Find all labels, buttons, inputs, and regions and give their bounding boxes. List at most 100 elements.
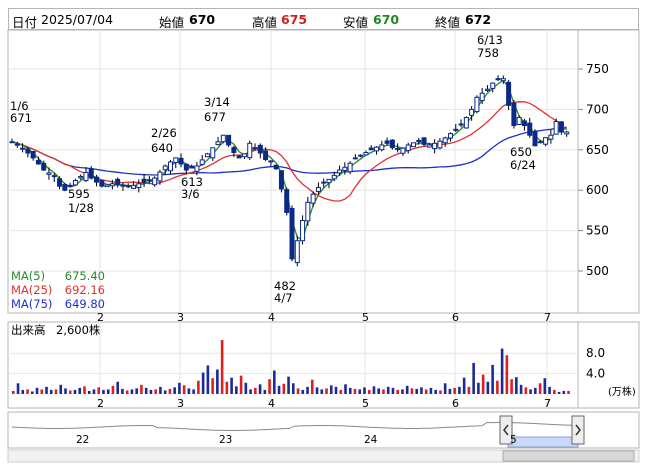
volume-bar (553, 389, 556, 394)
volume-bar (472, 362, 475, 394)
candle-body (226, 134, 232, 146)
volume-bar (325, 388, 328, 394)
candle-body (342, 166, 348, 172)
candle-body (273, 164, 279, 170)
candle-body (94, 176, 100, 183)
volume-bar (30, 391, 34, 394)
volume-x-tick-label: 7 (544, 397, 551, 410)
volume-bar (116, 381, 120, 394)
candle-body (405, 144, 411, 152)
volume-bar (144, 387, 148, 394)
candle-body (558, 121, 564, 133)
candle-body (479, 92, 485, 102)
volume-bar (249, 389, 252, 394)
candle-body (553, 121, 559, 135)
volume-bar (363, 387, 366, 394)
candle-body (490, 82, 496, 89)
navigator-handle-right[interactable] (571, 415, 585, 445)
candle-body (469, 108, 475, 116)
volume-bar (149, 389, 153, 394)
annotation-label: 677 (204, 110, 226, 124)
volume-bar (443, 383, 447, 394)
candle-body (157, 171, 163, 182)
volume-bar (230, 377, 233, 394)
volume-bar (306, 386, 309, 394)
candle-body (521, 120, 527, 127)
volume-bar (135, 388, 138, 394)
volume-bar (21, 389, 25, 394)
candle-body (236, 155, 242, 159)
volume-bar (481, 374, 485, 394)
volume-bar (111, 385, 115, 394)
volume-bar (515, 377, 518, 394)
volume-bar (458, 386, 461, 394)
volume-bar (173, 387, 176, 394)
candle-body (447, 133, 453, 139)
annotation-label: 2/26 (151, 126, 177, 140)
volume-bar (26, 389, 29, 394)
volume-bar (320, 389, 324, 394)
volume-bar (163, 390, 167, 394)
scrollbar-thumb[interactable] (502, 450, 635, 462)
candle-body (167, 161, 173, 172)
volume-bar (35, 387, 39, 394)
volume-bar (557, 391, 561, 394)
volume-bar (420, 387, 423, 394)
volume-bar (529, 389, 532, 394)
volume-bar (467, 386, 471, 394)
candle-body (564, 131, 570, 135)
ma-legend-value: 692.16 (65, 283, 105, 297)
candle-body (141, 178, 147, 183)
volume-bar (367, 389, 371, 394)
volume-bar (543, 378, 547, 394)
candle-body (537, 141, 543, 144)
candle-body (395, 147, 401, 150)
candle-body (284, 189, 290, 213)
volume-bar (168, 388, 172, 394)
volume-bar (73, 389, 77, 394)
candle-body (257, 144, 263, 154)
annotation-label: 671 (10, 111, 32, 125)
volume-bar (410, 388, 414, 394)
candle-body (268, 160, 274, 163)
candle-body (99, 180, 105, 187)
candle-body (374, 146, 380, 152)
volume-bar (358, 389, 362, 394)
volume-bar (486, 381, 490, 394)
volume-bar (372, 386, 376, 394)
price-tick-label: 550 (586, 224, 609, 238)
candle-body (426, 144, 432, 148)
volume-bar (296, 388, 300, 394)
volume-bar (477, 382, 480, 394)
candle-body (321, 181, 327, 184)
candle-body (41, 162, 47, 171)
candle-body (146, 179, 152, 182)
volume-bar (429, 387, 433, 394)
volume-bar (40, 389, 44, 394)
volume-bar (534, 387, 537, 394)
stock-chart-widget: 日付 2025/07/04 始値 670 高値 675 安値 670 終値 67… (0, 0, 653, 470)
volume-tick-label: 4.0 (586, 367, 605, 381)
candle-body (548, 134, 554, 140)
candle-body (484, 88, 490, 91)
candle-body (421, 137, 427, 145)
candle-body (109, 183, 115, 187)
volume-bar (462, 377, 466, 394)
volume-bar (78, 387, 82, 394)
volume-bar (97, 387, 101, 394)
volume-bar (201, 372, 205, 394)
volume-bar (401, 389, 404, 394)
volume-bar (216, 369, 219, 394)
candle-body (347, 162, 353, 173)
navigator-selection[interactable] (507, 436, 579, 448)
candle-body (220, 134, 226, 143)
volume-x-tick-label: 6 (452, 397, 459, 410)
annotation-label: 1/28 (68, 201, 94, 215)
candle-body (62, 183, 68, 191)
candle-body (104, 184, 110, 188)
candle-body (204, 153, 210, 158)
volume-bar (339, 389, 343, 394)
candle-body (88, 168, 94, 179)
volume-bar (268, 379, 271, 394)
volume-bar (377, 388, 381, 394)
